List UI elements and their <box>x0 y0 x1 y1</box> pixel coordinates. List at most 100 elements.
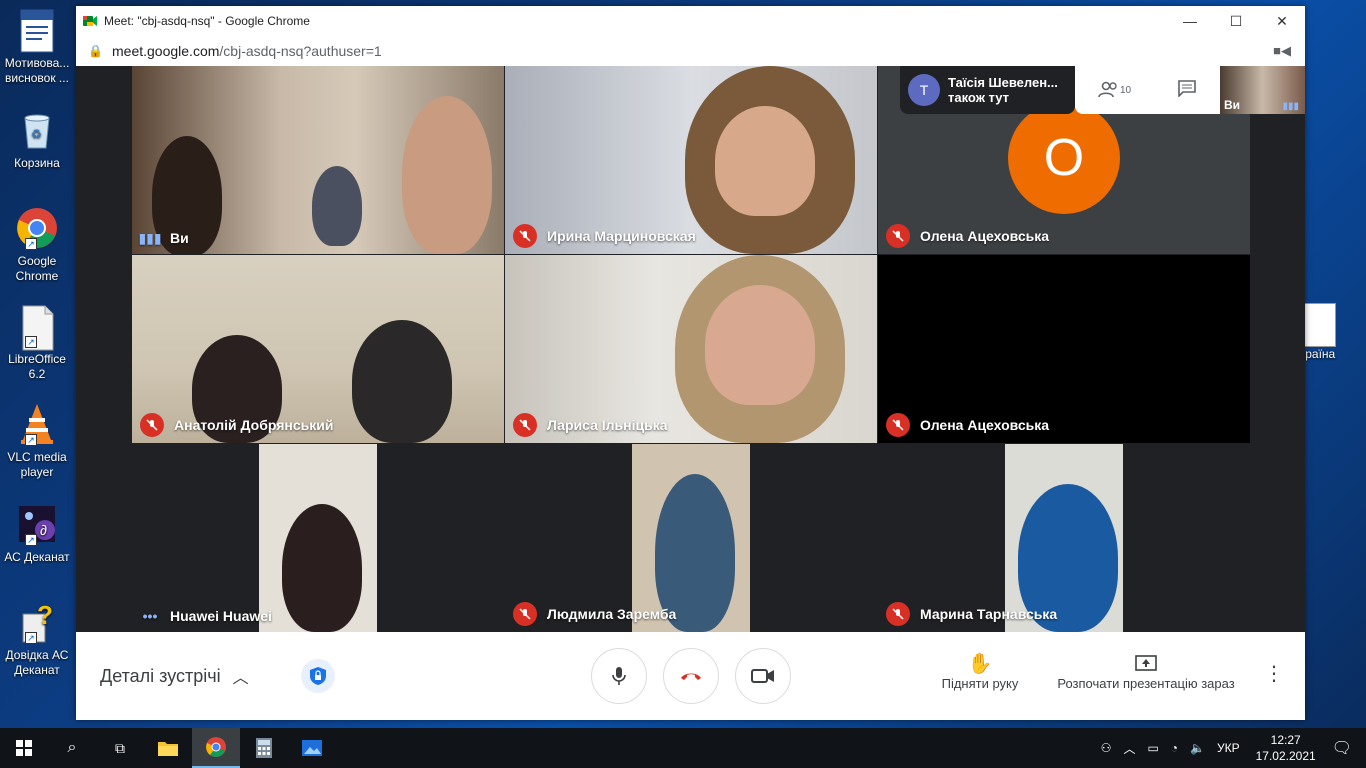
minimize-button[interactable]: — <box>1167 6 1213 36</box>
desktop-icon-right[interactable]: країна <box>1300 303 1366 361</box>
volume-icon[interactable]: 🔈 <box>1190 741 1205 755</box>
person-shape <box>402 96 492 254</box>
wifi-icon[interactable]: ◔ <box>1171 741 1178 755</box>
taskbar-file-explorer[interactable] <box>144 728 192 768</box>
hand-icon: ✋ <box>967 653 993 675</box>
libreoffice-icon: ↗ <box>15 304 59 351</box>
task-view-icon: ⧉ <box>115 739 125 756</box>
present-label: Розпочати презентацію зараз <box>1057 676 1235 691</box>
mic-off-icon <box>886 413 910 437</box>
chevron-up-icon: ︿ <box>232 670 249 687</box>
url-host: meet.google.com <box>112 43 220 59</box>
desktop-icon-libreoffice[interactable]: ↗ LibreOffice 6.2 <box>0 304 74 382</box>
chrome-icon: ↗ <box>15 206 59 250</box>
participants-count: 10 <box>1119 84 1132 96</box>
chevron-up-icon[interactable]: ︿ <box>1123 740 1135 757</box>
meet-top-bar: 10 <box>1075 66 1220 114</box>
person-shape <box>715 106 815 216</box>
chrome-icon <box>206 737 226 757</box>
mic-off-icon <box>140 413 164 437</box>
camera-button[interactable] <box>735 648 791 704</box>
tile-participant[interactable]: Анатолій Добрянський <box>132 255 504 443</box>
meeting-details-button[interactable]: Деталі зустрічі ︿ <box>100 664 249 688</box>
tile-name: Олена Ацеховська <box>920 417 1050 433</box>
language-indicator[interactable]: УКР <box>1217 741 1240 755</box>
camera-indicator-icon[interactable]: ■◀ <box>1273 43 1291 59</box>
notification-text: також тут <box>948 90 1009 105</box>
battery-icon[interactable]: ▭ <box>1147 741 1158 755</box>
tile-participant[interactable]: Лариса Ільніцька <box>505 255 877 443</box>
photo-icon <box>1304 303 1336 347</box>
more-options-button[interactable]: ⋮ <box>1264 662 1284 686</box>
close-button[interactable]: ✕ <box>1259 6 1305 36</box>
meeting-details-label: Деталі зустрічі <box>100 665 221 686</box>
task-view-button[interactable]: ⧉ <box>96 728 144 768</box>
taskbar-calculator[interactable] <box>240 728 288 768</box>
tile-participant[interactable]: Людмила Заремба <box>505 444 877 632</box>
tile-name: Олена Ацеховська <box>920 228 1050 244</box>
svg-text:?: ? <box>37 600 53 630</box>
search-button[interactable]: ⌕ <box>48 728 96 768</box>
address-bar[interactable]: 🔒 meet.google.com/cbj-asdq-nsq?authuser=… <box>76 36 1305 66</box>
title-bar: Meet: "cbj-asdq-nsq" - Google Chrome — ☐… <box>76 6 1305 36</box>
people-icon <box>1098 81 1117 98</box>
person-shape <box>705 285 815 405</box>
desktop-icon-chrome[interactable]: ↗ Google Chrome <box>0 206 74 284</box>
speaking-icon: ▮▮▮ <box>1282 101 1299 112</box>
tile-participant[interactable]: Ирина Марциновская <box>505 66 877 254</box>
search-icon: ⌕ <box>67 739 77 756</box>
as-dekanat-icon: ∂ ↗ <box>15 502 59 546</box>
leave-call-button[interactable] <box>663 648 719 704</box>
hang-up-icon <box>681 673 701 680</box>
system-tray: ⚇ ︿ ▭ ◔ 🔈 УКР 12:27 17.02.2021 🗨 <box>1095 732 1366 764</box>
host-controls-button[interactable] <box>300 659 335 693</box>
join-notification: Т Таїсія Шевелен... також тут <box>900 66 1075 114</box>
desktop-icon-recycle-bin[interactable]: ♻ Корзина <box>0 108 74 171</box>
meet-icon <box>83 16 97 26</box>
desktop-icon-as-dekanat[interactable]: ∂ ↗ АС Деканат <box>0 502 74 565</box>
tile-you[interactable]: ▮▮▮ Ви <box>132 66 504 254</box>
maximize-button[interactable]: ☐ <box>1213 6 1259 36</box>
tile-name: Ирина Марциновская <box>547 228 696 244</box>
lock-icon: 🔒 <box>88 44 103 58</box>
present-screen-icon <box>1051 652 1241 676</box>
participants-button[interactable]: 10 <box>1098 81 1131 99</box>
vlc-icon: ↗ <box>15 402 59 446</box>
calculator-icon <box>256 738 272 758</box>
mic-off-icon <box>513 602 537 626</box>
speaking-icon: ▮▮▮ <box>138 229 162 246</box>
present-now-button[interactable]: Розпочати презентацію зараз <box>1051 652 1241 691</box>
clock-date: 17.02.2021 <box>1255 749 1316 763</box>
document-icon <box>15 8 59 53</box>
microphone-button[interactable] <box>591 648 647 704</box>
start-button[interactable] <box>0 728 48 768</box>
camera-icon <box>751 669 774 683</box>
help-icon: ? ↗ <box>15 600 59 644</box>
desktop-icon-help-as-dekanat[interactable]: ? ↗ Довідка АС Деканат <box>0 600 74 678</box>
people-icon[interactable]: ⚇ <box>1101 741 1112 755</box>
tile-name: Ви <box>170 230 189 246</box>
desktop-icon-document[interactable]: Мотивова... висновок ... <box>0 8 74 86</box>
avatar: О <box>1008 102 1120 214</box>
taskbar-photos[interactable] <box>288 728 336 768</box>
tile-participant[interactable]: Марина Тарнавська <box>878 444 1250 632</box>
mic-off-icon <box>886 224 910 248</box>
clock[interactable]: 12:27 17.02.2021 <box>1256 732 1316 764</box>
taskbar-chrome[interactable] <box>192 728 240 768</box>
meet-stage: ▮▮▮ Ви Ирина Марциновская О Олена Ацеховс… <box>76 66 1305 632</box>
chat-button[interactable] <box>1177 79 1197 102</box>
recycle-bin-icon: ♻ <box>15 108 59 152</box>
notification-avatar: Т <box>908 74 940 106</box>
tile-name: Анатолій Добрянський <box>174 417 334 433</box>
self-preview[interactable]: Ви ▮▮▮ <box>1220 66 1305 114</box>
photos-icon <box>302 740 322 756</box>
notifications-icon[interactable]: 🗨 <box>1332 738 1352 758</box>
self-label: Ви <box>1224 98 1241 112</box>
person-shape <box>282 504 362 632</box>
tile-participant[interactable]: Олена Ацеховська <box>878 255 1250 443</box>
svg-text:∂: ∂ <box>40 522 47 538</box>
raise-hand-button[interactable]: ✋ Підняти руку <box>938 652 1022 691</box>
tile-participant[interactable]: ••• Huawei Huawei <box>132 444 504 632</box>
folder-icon <box>158 742 178 756</box>
desktop-icon-vlc[interactable]: ↗ VLC media player <box>0 402 74 480</box>
